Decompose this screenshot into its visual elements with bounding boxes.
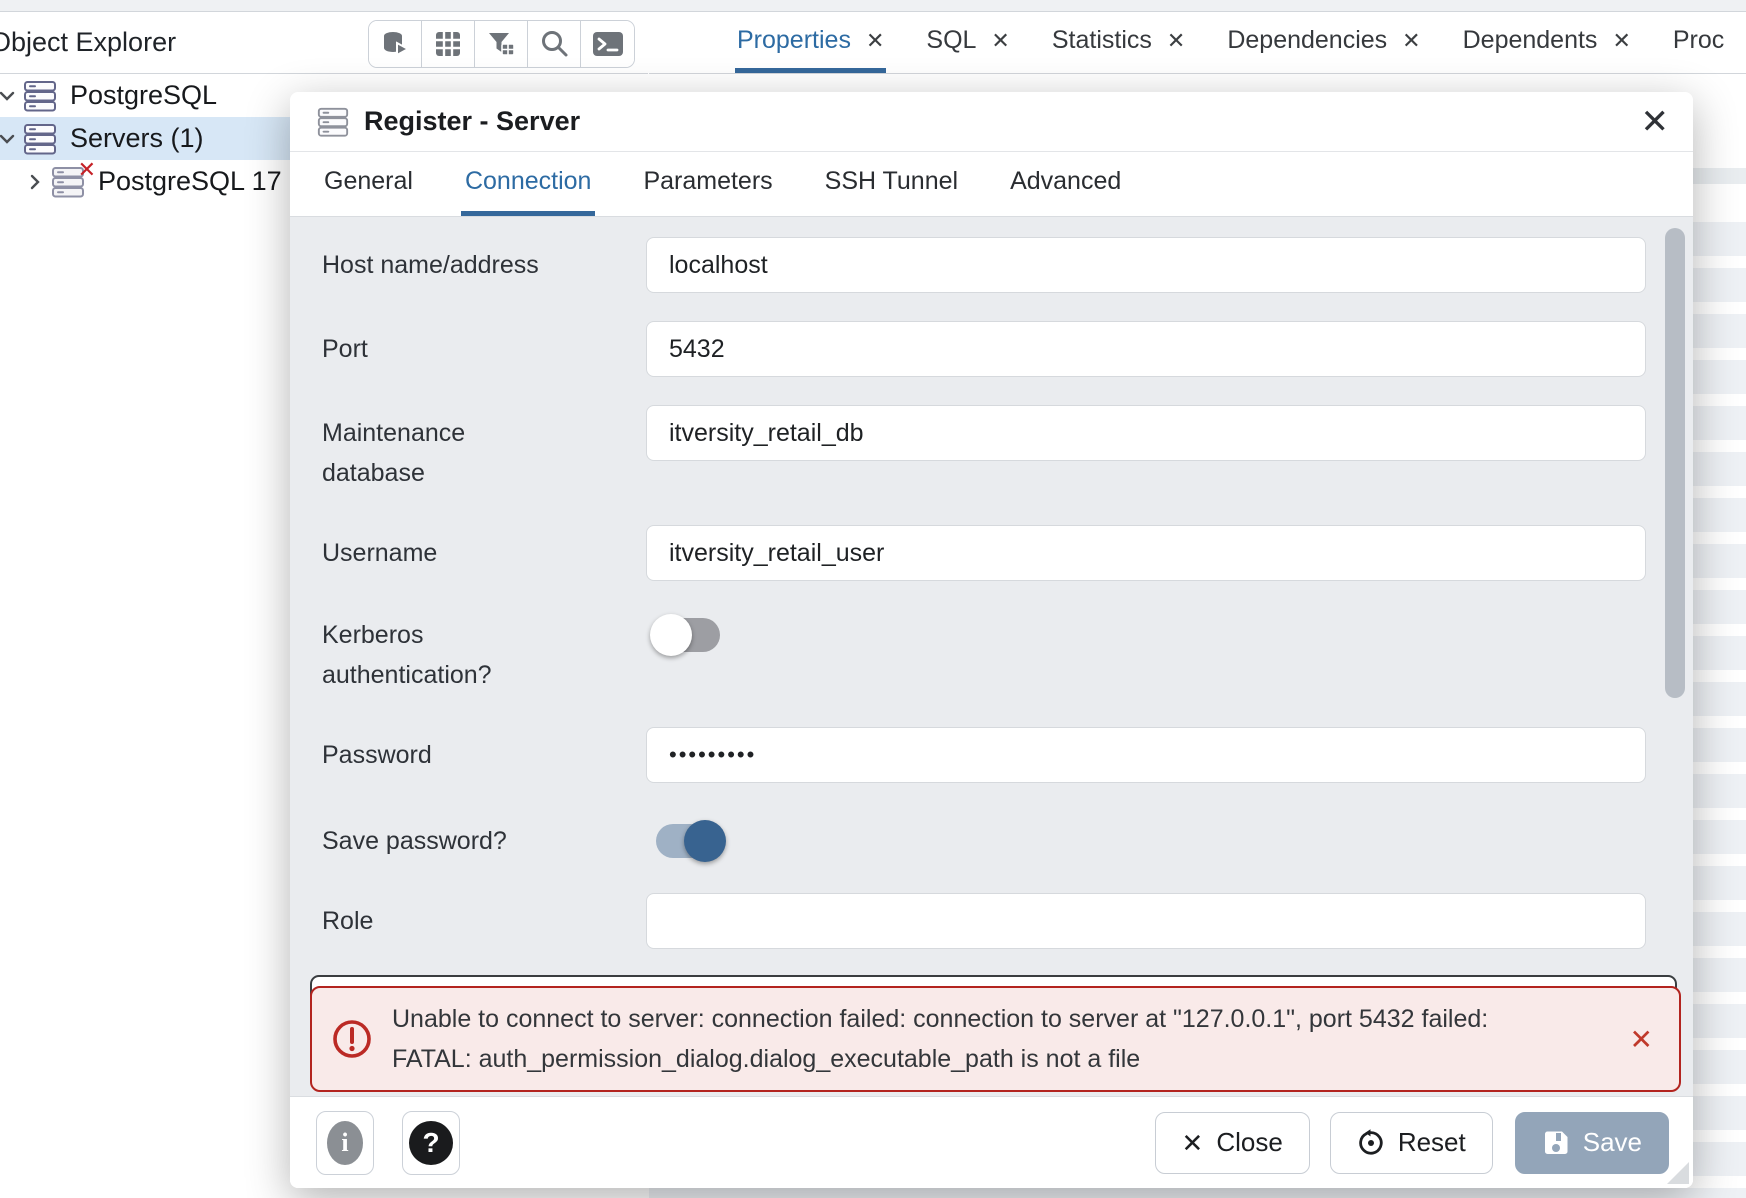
error-line-1: Unable to connect to server: connection … — [392, 999, 1616, 1039]
chevron-down-icon[interactable] — [0, 85, 22, 107]
save-button-label: Save — [1583, 1127, 1642, 1158]
tab-label: SQL — [926, 26, 976, 55]
password-label: Password — [322, 735, 562, 775]
tab-close-icon[interactable]: ✕ — [1402, 30, 1420, 52]
tab-properties[interactable]: Properties ✕ — [735, 13, 886, 73]
dialog-tab-ssh-tunnel[interactable]: SSH Tunnel — [821, 152, 962, 216]
kerberos-toggle[interactable] — [656, 618, 720, 652]
tab-dependencies[interactable]: Dependencies ✕ — [1225, 13, 1422, 73]
info-icon: i — [327, 1121, 363, 1165]
maintenance-db-label: Maintenance database — [322, 413, 562, 493]
object-explorer-title: Object Explorer — [0, 27, 176, 58]
search-icon — [539, 29, 569, 59]
host-input[interactable] — [646, 237, 1646, 293]
form-scrollbar-thumb[interactable] — [1665, 228, 1685, 698]
tab-close-icon[interactable]: ✕ — [1167, 30, 1185, 52]
tab-close-icon[interactable]: ✕ — [866, 30, 884, 52]
tab-sql[interactable]: SQL ✕ — [924, 13, 1011, 73]
username-input[interactable] — [646, 525, 1646, 581]
dialog-close-icon[interactable]: ✕ — [1641, 105, 1670, 139]
tree-item-label: PostgreSQL 17 — [98, 166, 282, 197]
tab-close-icon[interactable]: ✕ — [1612, 30, 1630, 52]
tab-statistics[interactable]: Statistics ✕ — [1050, 13, 1187, 73]
password-input[interactable]: ••••••••• — [646, 727, 1646, 783]
reset-button-label: Reset — [1398, 1127, 1466, 1158]
dialog-tab-bar: General Connection Parameters SSH Tunnel… — [290, 152, 1693, 217]
main-tab-bar: Properties ✕ SQL ✕ Statistics ✕ Dependen… — [649, 13, 1746, 74]
close-button[interactable]: ✕ Close — [1155, 1112, 1310, 1174]
host-label: Host name/address — [322, 245, 562, 285]
dialog-tab-general[interactable]: General — [320, 152, 417, 216]
query-tool-button[interactable] — [581, 21, 634, 67]
tree-item-label: PostgreSQL — [70, 80, 217, 111]
role-label: Role — [322, 901, 562, 941]
grid-view-icon — [434, 30, 462, 58]
server-group-icon — [22, 80, 58, 112]
save-icon — [1542, 1129, 1570, 1157]
server-icon — [316, 106, 350, 138]
tab-dependents[interactable]: Dependents ✕ — [1461, 13, 1633, 73]
terminal-icon — [592, 30, 624, 58]
dialog-tab-connection[interactable]: Connection — [461, 152, 595, 216]
tab-label: Dependencies — [1227, 26, 1387, 55]
tab-label: Properties — [737, 26, 851, 55]
dialog-tab-advanced[interactable]: Advanced — [1006, 152, 1125, 216]
close-x-icon: ✕ — [1182, 1130, 1204, 1156]
database-execute-button[interactable] — [369, 21, 422, 67]
dialog-tab-parameters[interactable]: Parameters — [639, 152, 776, 216]
error-message: Unable to connect to server: connection … — [392, 999, 1616, 1079]
maintenance-db-input[interactable] — [646, 405, 1646, 461]
save-password-toggle[interactable] — [656, 824, 720, 858]
tree-item-label: Servers (1) — [70, 123, 204, 154]
sql-info-button[interactable]: i — [316, 1111, 374, 1175]
filter-icon — [486, 29, 516, 59]
username-label: Username — [322, 533, 562, 573]
help-icon: ? — [409, 1121, 453, 1165]
help-button[interactable]: ? — [402, 1111, 460, 1175]
error-icon — [330, 1017, 374, 1061]
role-input[interactable] — [646, 893, 1646, 949]
tab-close-icon[interactable]: ✕ — [991, 30, 1009, 52]
kerberos-label: Kerberos authentication? — [322, 615, 562, 695]
error-close-icon[interactable]: ✕ — [1630, 1023, 1653, 1056]
server-disconnected-icon: ✕ — [50, 166, 86, 198]
close-button-label: Close — [1216, 1127, 1282, 1158]
save-button[interactable]: Save — [1515, 1112, 1669, 1174]
chevron-right-icon[interactable] — [20, 171, 50, 193]
reset-button[interactable]: Reset — [1330, 1112, 1493, 1174]
tab-label: Dependents — [1463, 26, 1598, 55]
window-top-strip — [0, 0, 1746, 12]
tab-label: Proc — [1673, 26, 1724, 55]
connection-error-alert: Unable to connect to server: connection … — [310, 986, 1681, 1092]
dialog-resize-handle[interactable] — [1667, 1162, 1689, 1184]
disconnected-badge-icon: ✕ — [78, 157, 96, 183]
database-execute-icon — [380, 29, 410, 59]
dialog-footer: i ? ✕ Close Reset — [290, 1096, 1693, 1188]
dialog-title: Register - Server — [364, 106, 580, 137]
dialog-header[interactable]: Register - Server ✕ — [290, 92, 1693, 152]
filter-rows-button[interactable] — [475, 21, 528, 67]
search-objects-button[interactable] — [528, 21, 581, 67]
connection-form: Host name/address Port Maintenance datab… — [290, 217, 1693, 1096]
grid-view-button[interactable] — [422, 21, 475, 67]
save-password-label: Save password? — [322, 821, 562, 861]
server-group-icon — [22, 123, 58, 155]
port-input[interactable] — [646, 321, 1646, 377]
error-line-2: FATAL: auth_permission_dialog.dialog_exe… — [392, 1039, 1616, 1079]
tab-label: Statistics — [1052, 26, 1152, 55]
object-explorer-header: Object Explorer — [0, 13, 648, 74]
port-label: Port — [322, 329, 562, 369]
pgadmin-window: Object Explorer — [0, 0, 1746, 1198]
reset-icon — [1357, 1129, 1385, 1157]
tab-processes-truncated[interactable]: Proc — [1671, 13, 1726, 73]
chevron-down-icon[interactable] — [0, 128, 22, 150]
object-explorer-toolbar — [368, 20, 635, 68]
register-server-dialog: Register - Server ✕ General Connection P… — [290, 92, 1693, 1188]
